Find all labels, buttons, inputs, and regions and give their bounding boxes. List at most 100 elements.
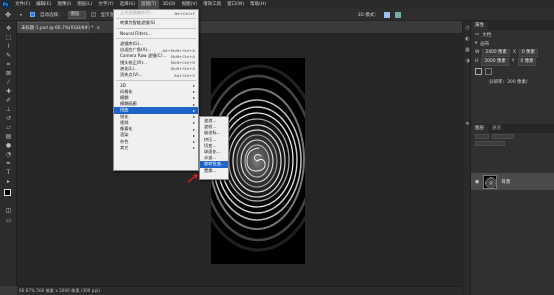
menu-item-label: 其它 [120, 144, 129, 150]
menu-item[interactable]: 编辑(E) [33, 0, 54, 9]
menu-item[interactable]: 视图(V) [179, 0, 201, 9]
submenu-arrow-icon: ▸ [192, 120, 195, 126]
quick-select-tool-icon[interactable]: ✎ [4, 52, 13, 59]
path-select-icon[interactable]: ▸ [4, 178, 13, 185]
eyedropper-tool-icon[interactable]: ⁄ [4, 79, 13, 86]
layer-thumbnail [483, 174, 498, 189]
eraser-tool-icon[interactable]: ▱ [4, 124, 13, 131]
menu-item-label: 挤压... [204, 136, 217, 142]
menu-item-label: 镜头校正(R)... [120, 59, 147, 65]
menu-item[interactable]: 图层(L) [74, 0, 95, 9]
height-row: H 2000 像素 Y 0 像素 [471, 57, 554, 66]
filter-menu: 上次滤镜操作(F) Alt+Ctrl+F 转换为智能滤镜(S) Neural Filt… [113, 9, 199, 171]
brush-tool-icon[interactable]: ✐ [4, 97, 13, 104]
menu-item-label: Camera Raw 滤镜(C)... [120, 53, 167, 59]
menu-item-label: 锐化 [120, 113, 129, 119]
document-icon: ▭ [475, 32, 480, 37]
3d-roll-icon[interactable] [394, 11, 401, 18]
foreground-color-swatch[interactable] [4, 189, 11, 196]
close-icon[interactable]: × [96, 26, 100, 31]
layer-row-background[interactable]: ◉ 背景 [471, 173, 554, 190]
menu-item[interactable]: 帮助(H) [247, 0, 269, 9]
history-brush-icon[interactable]: ↺ [4, 115, 13, 122]
history-icon[interactable]: ◷ [464, 25, 471, 32]
right-panel: 属性 ▭ 文档 ▾ 画布 W 2400 像素 X 0 像素 H 2000 像素 … [471, 21, 554, 295]
menu-item-shortcut: Shift+Ctrl+X [170, 66, 195, 72]
document-tab[interactable]: 未标题-1.psd @ 66.7%(RGB/8#) * × [17, 22, 100, 33]
menu-item-label: 3D [120, 82, 126, 88]
menu-item-label: 滤镜库(G)... [120, 40, 144, 46]
marquee-tool-icon[interactable]: ⬚ [4, 34, 13, 41]
filter-menu-item[interactable]: 其它 ▸ [114, 145, 198, 151]
pen-tool-icon[interactable]: ✒ [4, 160, 13, 167]
distort-submenu: 波浪... 波纹... 极坐标... 挤压... 切变... 球面化... 水波... 旋转扭… [199, 116, 229, 180]
menu-item-label: 扭曲 [120, 107, 129, 113]
filter-menu-item[interactable]: Neural Filters... [114, 31, 198, 37]
menu-item-label: 杂色 [120, 138, 129, 144]
menu-item[interactable]: 图像(I) [54, 0, 74, 9]
resolution-row: 分辨率：300 像素/ [471, 77, 554, 86]
gradient-tool-icon[interactable]: ▤ [4, 133, 13, 140]
submenu-arrow-icon: ▸ [192, 132, 195, 138]
3d-rotate-icon[interactable] [383, 11, 390, 18]
adjustments-icon[interactable]: ◑ [464, 58, 471, 65]
move-tool-icon[interactable]: ✥ [4, 11, 12, 19]
blend-mode-dropdown[interactable] [492, 134, 514, 139]
menu-item[interactable]: 文字(Y) [95, 0, 116, 9]
menu-item-label: 渲染 [120, 132, 129, 138]
distort-menu-item[interactable]: 置换... [200, 168, 228, 174]
filter-menu-item[interactable]: 消失点(V)... Alt+Ctrl+V [114, 72, 198, 78]
color-icon[interactable]: ◐ [464, 36, 471, 43]
frame-tool-icon[interactable]: ⊠ [4, 70, 13, 77]
menu-item[interactable]: 3D(D) [159, 0, 178, 9]
menu-separator [116, 38, 196, 40]
filter-menu-item[interactable]: 转换为智能滤镜(S) [114, 20, 198, 26]
menu-item[interactable]: 滤镜(T) [137, 0, 160, 9]
chevron-down-icon[interactable]: ▾ [17, 11, 25, 19]
type-tool-icon[interactable]: T [4, 169, 13, 176]
submenu-arrow-icon: ▸ [192, 89, 195, 95]
dodge-tool-icon[interactable]: ◔ [4, 151, 13, 158]
menu-item[interactable]: 选择(S) [117, 0, 138, 9]
landscape-icon[interactable] [485, 68, 492, 75]
move-tool-icon[interactable]: ✥ [4, 25, 13, 32]
menu-item[interactable]: 文件(F) [12, 0, 33, 9]
tab-channels[interactable]: 通道 [488, 125, 505, 133]
healing-brush-icon[interactable]: ✚ [4, 88, 13, 95]
menu-item[interactable]: 窗口(W) [224, 0, 247, 9]
show-transform-checkbox[interactable] [90, 12, 96, 17]
annotation-arrow-icon [186, 171, 202, 185]
menu-item[interactable]: 增效工具 [200, 0, 224, 9]
clone-stamp-icon[interactable]: ⊥ [4, 106, 13, 113]
layers-icon[interactable]: ≣ [464, 121, 471, 128]
portrait-icon[interactable] [475, 68, 482, 75]
menu-item-label: 切变... [204, 142, 217, 148]
auto-select-dropdown[interactable]: 图层 [67, 10, 86, 19]
document-title: 未标题-1.psd @ 66.7%(RGB/8#) * [21, 26, 94, 31]
lock-options[interactable] [475, 141, 505, 146]
status-text: 66.67% 500 像素 x 2000 像素 (300 ppi) [19, 288, 100, 293]
swatches-icon[interactable]: ▦ [464, 47, 471, 54]
3d-mode-label: 3D 模式： [357, 12, 379, 18]
width-field[interactable]: 2400 像素 [482, 48, 510, 57]
menu-item-label: Neural Filters... [120, 31, 152, 37]
status-bar: 66.67% 500 像素 x 2000 像素 (300 ppi) [17, 286, 462, 295]
lasso-tool-icon[interactable]: ⌇ [4, 43, 13, 50]
x-field[interactable]: 0 像素 [518, 48, 538, 57]
filter-menu-item: 上次滤镜操作(F) Alt+Ctrl+F [114, 10, 198, 16]
crop-tool-icon[interactable]: ⌗ [4, 61, 13, 68]
menu-item-label: 风格化 [120, 88, 133, 94]
screen-mode-icon[interactable]: ▭ [4, 217, 13, 224]
blur-tool-icon[interactable]: ● [4, 142, 13, 149]
menu-item-label: 视频 [120, 119, 129, 125]
menu-separator [116, 28, 196, 29]
chevron-down-icon[interactable]: ▾ [475, 41, 477, 46]
auto-select-checkbox[interactable] [30, 12, 35, 17]
tab-properties[interactable]: 属性 [471, 22, 488, 30]
layer-kind-filter[interactable] [475, 134, 489, 139]
y-field[interactable]: 0 像素 [517, 57, 537, 66]
eye-icon[interactable]: ◉ [475, 179, 479, 185]
tab-layers[interactable]: 图层 [471, 125, 488, 133]
height-field[interactable]: 2000 像素 [481, 57, 509, 66]
quick-mask-icon[interactable]: ◫ [4, 207, 13, 214]
